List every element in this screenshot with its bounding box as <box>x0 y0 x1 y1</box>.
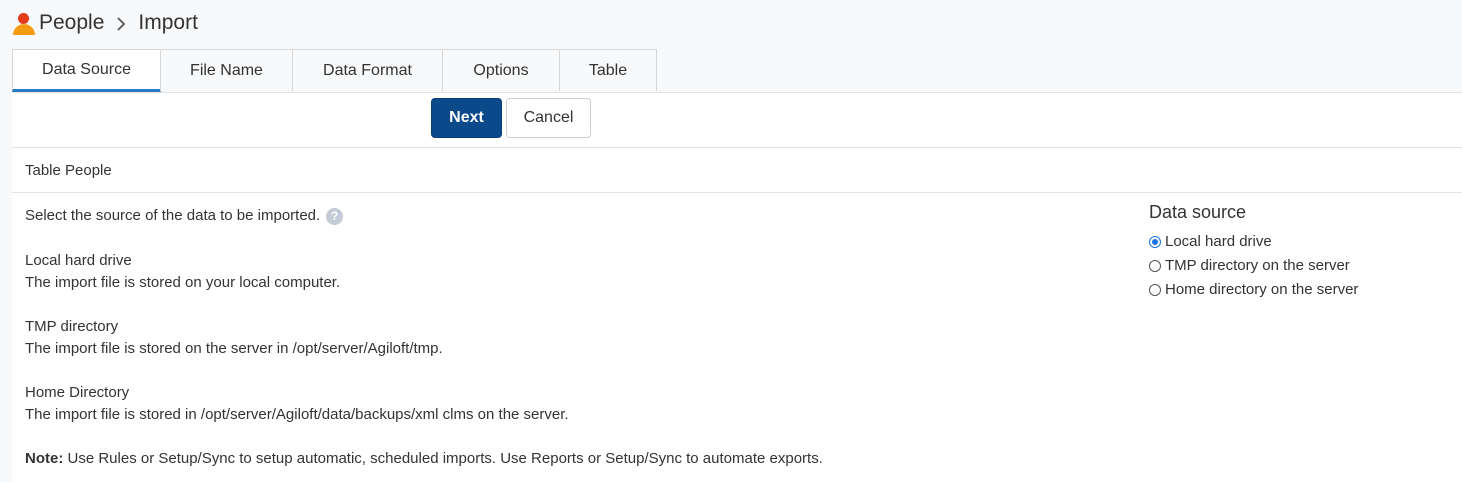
radio-label[interactable]: Home directory on the server <box>1165 279 1358 301</box>
radio-label[interactable]: TMP directory on the server <box>1165 255 1350 277</box>
person-icon <box>12 10 36 36</box>
desc-title: TMP directory <box>25 318 119 335</box>
desc-title: Local hard drive <box>25 252 132 269</box>
tab-table[interactable]: Table <box>559 49 657 91</box>
note: Note: Use Rules or Setup/Sync to setup a… <box>25 448 823 470</box>
tab-data-format[interactable]: Data Format <box>292 49 443 91</box>
desc-local: Local hard drive The import file is stor… <box>25 250 340 294</box>
import-panel: Next Cancel Table People Select the sour… <box>12 92 1462 482</box>
radio-button[interactable] <box>1149 260 1161 272</box>
data-source-title: Data source <box>1149 202 1247 222</box>
breadcrumb-root[interactable]: People <box>39 11 104 35</box>
tab-file-name[interactable]: File Name <box>160 49 293 91</box>
note-text: Use Rules or Setup/Sync to setup automat… <box>63 450 823 467</box>
desc-text: The import file is stored on the server … <box>25 340 443 357</box>
radio-local[interactable]: Local hard drive <box>1149 230 1358 254</box>
radio-tmp[interactable]: TMP directory on the server <box>1149 254 1358 278</box>
radio-button[interactable] <box>1149 284 1161 296</box>
desc-title: Home Directory <box>25 384 130 401</box>
desc-tmp: TMP directory The import file is stored … <box>25 316 443 360</box>
desc-text: The import file is stored in /opt/server… <box>25 406 569 423</box>
help-icon[interactable]: ? <box>326 207 344 225</box>
note-label: Note: <box>25 450 64 467</box>
next-button[interactable]: Next <box>431 98 502 138</box>
radio-label[interactable]: Local hard drive <box>1165 231 1272 253</box>
data-source-group: Data source Local hard drive TMP directo… <box>1149 201 1358 302</box>
desc-home: Home Directory The import file is stored… <box>25 382 569 426</box>
breadcrumb-current: Import <box>138 11 198 34</box>
radio-button[interactable] <box>1149 236 1161 248</box>
chevron-right-icon <box>114 12 128 34</box>
desc-text: The import file is stored on your local … <box>25 274 341 291</box>
tab-bar: Data Source File Name Data Format Option… <box>12 49 657 92</box>
toolbar: Next Cancel <box>12 93 1462 148</box>
cancel-button[interactable]: Cancel <box>506 98 591 138</box>
tab-options[interactable]: Options <box>442 49 560 91</box>
breadcrumb: People Import <box>12 8 198 38</box>
radio-home[interactable]: Home directory on the server <box>1149 278 1358 302</box>
tab-data-source[interactable]: Data Source <box>12 49 161 92</box>
intro-text: Select the source of the data to be impo… <box>25 207 321 224</box>
table-label: Table People <box>12 148 1462 193</box>
intro-line: Select the source of the data to be impo… <box>25 205 344 227</box>
